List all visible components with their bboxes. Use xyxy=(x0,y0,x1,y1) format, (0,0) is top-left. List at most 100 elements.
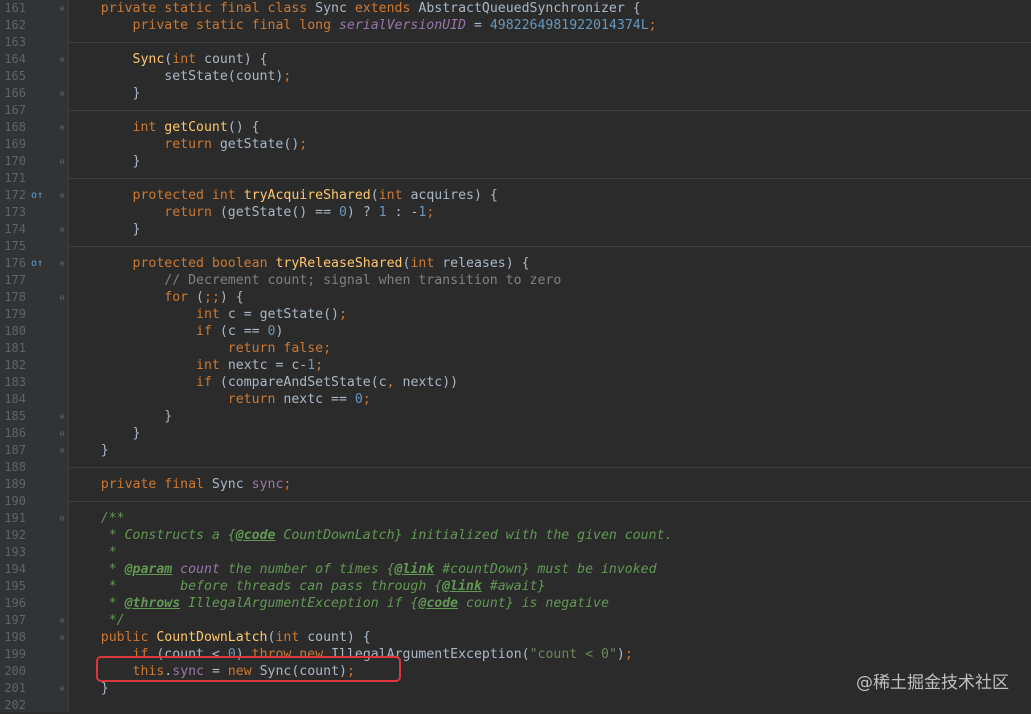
code-line-187[interactable]: 187 ⊖ } xyxy=(0,442,1031,459)
line-number[interactable]: 175 xyxy=(0,238,26,255)
line-number[interactable]: 199 xyxy=(0,646,26,663)
code-text[interactable]: * xyxy=(69,544,117,561)
fold-toggle-icon[interactable]: ⊖ xyxy=(57,51,67,68)
code-text[interactable]: } xyxy=(69,425,141,442)
code-line-183[interactable]: 183 if (compareAndSetState(c, nextc)) xyxy=(0,374,1031,391)
code-line-180[interactable]: 180 if (c == 0) xyxy=(0,323,1031,340)
fold-toggle-icon[interactable]: ⊖ xyxy=(57,289,67,306)
code-line-161[interactable]: 161 ⊖ private static final class Sync ext… xyxy=(0,0,1031,17)
code-text[interactable]: } xyxy=(69,408,172,425)
fold-toggle-icon[interactable]: ⊖ xyxy=(57,119,67,136)
line-number[interactable]: 168 xyxy=(0,119,26,136)
fold-toggle-icon[interactable]: ⊖ xyxy=(57,612,67,629)
code-text[interactable]: * before threads can pass through {@link… xyxy=(69,578,546,595)
line-number[interactable]: 202 xyxy=(0,697,26,714)
line-number[interactable]: 200 xyxy=(0,663,26,680)
code-text[interactable]: Sync(int count) { xyxy=(69,51,268,68)
fold-toggle-icon[interactable]: ⊖ xyxy=(57,187,67,204)
code-line-182[interactable]: 182 int nextc = c-1; xyxy=(0,357,1031,374)
line-number[interactable]: 177 xyxy=(0,272,26,289)
code-text[interactable]: if (c == 0) xyxy=(69,323,283,340)
code-line-176[interactable]: 176 o↑ ⊖ protected boolean tryReleaseShare… xyxy=(0,255,1031,272)
code-line-186[interactable]: 186 ⊖ } xyxy=(0,425,1031,442)
code-text[interactable]: int nextc = c-1; xyxy=(69,357,323,374)
code-line-192[interactable]: 192 * Constructs a {@code CountDownLatch… xyxy=(0,527,1031,544)
code-line-172[interactable]: 172 o↑ ⊖ protected int tryAcquireShared(in… xyxy=(0,187,1031,204)
line-number[interactable]: 186 xyxy=(0,425,26,442)
code-line-167[interactable]: 167 xyxy=(0,102,1031,119)
line-number[interactable]: 172 xyxy=(0,187,26,204)
line-number[interactable]: 195 xyxy=(0,578,26,595)
code-line-188[interactable]: 188 xyxy=(0,459,1031,476)
code-text[interactable]: private static final class Sync extends … xyxy=(69,0,641,17)
code-line-197[interactable]: 197 ⊖ */ xyxy=(0,612,1031,629)
fold-toggle-icon[interactable]: ⊖ xyxy=(57,255,67,272)
line-number[interactable]: 162 xyxy=(0,17,26,34)
code-text[interactable]: */ xyxy=(69,612,125,629)
override-marker-icon[interactable]: o↑ xyxy=(31,255,45,272)
code-line-171[interactable]: 171 xyxy=(0,170,1031,187)
fold-toggle-icon[interactable]: ⊖ xyxy=(57,425,67,442)
line-number[interactable]: 184 xyxy=(0,391,26,408)
line-number[interactable]: 178 xyxy=(0,289,26,306)
line-number[interactable]: 188 xyxy=(0,459,26,476)
code-line-165[interactable]: 165 setState(count); xyxy=(0,68,1031,85)
code-line-184[interactable]: 184 return nextc == 0; xyxy=(0,391,1031,408)
line-number[interactable]: 180 xyxy=(0,323,26,340)
line-number[interactable]: 176 xyxy=(0,255,26,272)
code-text[interactable]: } xyxy=(69,153,141,170)
code-text[interactable]: * @param count the number of times {@lin… xyxy=(69,561,657,578)
line-number[interactable]: 185 xyxy=(0,408,26,425)
fold-toggle-icon[interactable]: ⊖ xyxy=(57,0,67,17)
code-text[interactable]: return (getState() == 0) ? 1 : -1; xyxy=(69,204,434,221)
code-line-168[interactable]: 168 ⊖ int getCount() { xyxy=(0,119,1031,136)
code-text[interactable]: setState(count); xyxy=(69,68,291,85)
code-line-194[interactable]: 194 * @param count the number of times {… xyxy=(0,561,1031,578)
code-text[interactable]: } xyxy=(69,680,109,697)
line-number[interactable]: 194 xyxy=(0,561,26,578)
line-number[interactable]: 193 xyxy=(0,544,26,561)
line-number[interactable]: 170 xyxy=(0,153,26,170)
code-line-177[interactable]: 177 // Decrement count; signal when tran… xyxy=(0,272,1031,289)
code-text[interactable]: * Constructs a {@code CountDownLatch} in… xyxy=(69,527,673,544)
line-number[interactable]: 190 xyxy=(0,493,26,510)
line-number[interactable]: 181 xyxy=(0,340,26,357)
code-text[interactable]: return nextc == 0; xyxy=(69,391,371,408)
code-line-170[interactable]: 170 ⊖ } xyxy=(0,153,1031,170)
code-text[interactable]: * @throws IllegalArgumentException if {@… xyxy=(69,595,609,612)
line-number[interactable]: 174 xyxy=(0,221,26,238)
code-text[interactable]: protected boolean tryReleaseShared(int r… xyxy=(69,255,530,272)
fold-toggle-icon[interactable]: ⊖ xyxy=(57,408,67,425)
code-line-196[interactable]: 196 * @throws IllegalArgumentException i… xyxy=(0,595,1031,612)
code-line-174[interactable]: 174 ⊖ } xyxy=(0,221,1031,238)
line-number[interactable]: 179 xyxy=(0,306,26,323)
code-line-189[interactable]: 189 private final Sync sync; xyxy=(0,476,1031,493)
line-number[interactable]: 183 xyxy=(0,374,26,391)
line-number[interactable]: 197 xyxy=(0,612,26,629)
line-number[interactable]: 163 xyxy=(0,34,26,51)
code-line-179[interactable]: 179 int c = getState(); xyxy=(0,306,1031,323)
fold-toggle-icon[interactable]: ⊖ xyxy=(57,680,67,697)
fold-toggle-icon[interactable]: ⊖ xyxy=(57,153,67,170)
line-number[interactable]: 192 xyxy=(0,527,26,544)
code-line-166[interactable]: 166 ⊖ } xyxy=(0,85,1031,102)
code-line-181[interactable]: 181 return false; xyxy=(0,340,1031,357)
code-line-163[interactable]: 163 xyxy=(0,34,1031,51)
code-text[interactable]: } xyxy=(69,85,141,102)
code-text[interactable]: public CountDownLatch(int count) { xyxy=(69,629,371,646)
line-number[interactable]: 187 xyxy=(0,442,26,459)
line-number[interactable]: 201 xyxy=(0,680,26,697)
code-line-162[interactable]: 162 private static final long serialVers… xyxy=(0,17,1031,34)
code-text[interactable]: } xyxy=(69,442,109,459)
code-text[interactable]: private static final long serialVersionU… xyxy=(69,17,657,34)
line-number[interactable]: 173 xyxy=(0,204,26,221)
line-number[interactable]: 167 xyxy=(0,102,26,119)
code-text[interactable]: private final Sync sync; xyxy=(69,476,292,493)
fold-toggle-icon[interactable]: ⊖ xyxy=(57,510,67,527)
code-text[interactable]: /** xyxy=(69,510,125,527)
code-text[interactable]: } xyxy=(69,221,141,238)
line-number[interactable]: 165 xyxy=(0,68,26,85)
line-number[interactable]: 164 xyxy=(0,51,26,68)
code-text[interactable]: int getCount() { xyxy=(69,119,260,136)
fold-toggle-icon[interactable]: ⊖ xyxy=(57,221,67,238)
